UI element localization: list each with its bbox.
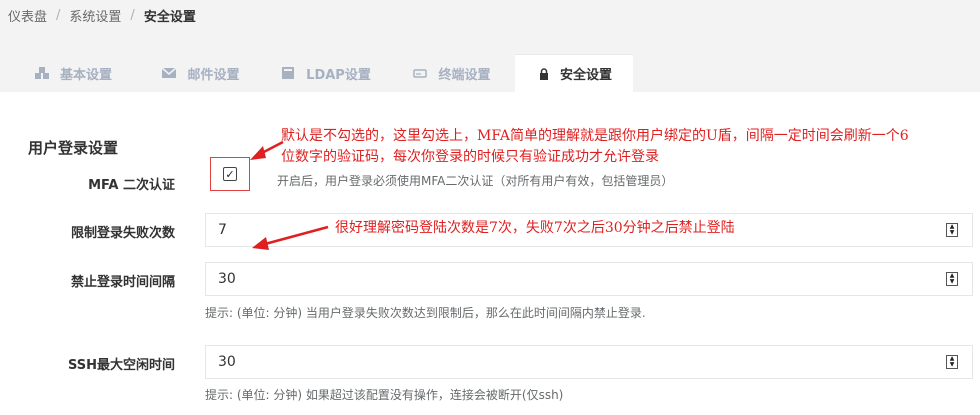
checkmark-icon: ✓ <box>225 167 235 181</box>
envelope-icon <box>161 66 177 80</box>
mfa-hint: 开启后，用户登录必须使用MFA二次认证（对所有用户有效，包括管理员） <box>277 174 674 188</box>
tab-basic-settings[interactable]: 基本设置 <box>8 54 138 92</box>
mfa-annotation-line2: 位数字的验证码，每次你登录的时候只有验证成功才允许登录 <box>281 149 659 165</box>
breadcrumb-separator: / <box>56 8 61 23</box>
ssh-idle-value: 30 <box>218 354 236 370</box>
number-spinner[interactable]: ▲ ▼ <box>946 272 958 286</box>
tab-label: 安全设置 <box>559 68 612 83</box>
section-title: 用户登录设置 <box>28 139 119 157</box>
database-icon <box>280 66 296 80</box>
cubes-icon <box>34 66 50 80</box>
ssh-idle-label: SSH最大空闲时间 <box>67 358 175 373</box>
block-interval-hint: 提示: (单位: 分钟) 当用户登录失败次数达到限制后，那么在此时间间隔内禁止登… <box>205 306 646 320</box>
mfa-highlight-box: ✓ <box>210 157 250 191</box>
hdd-icon <box>412 66 428 80</box>
tab-email-settings[interactable]: 邮件设置 <box>138 54 263 92</box>
number-spinner[interactable]: ▲ ▼ <box>946 223 958 237</box>
tab-label: 终端设置 <box>438 67 491 83</box>
tab-security-settings[interactable]: 安全设置 <box>515 54 633 92</box>
breadcrumb-separator: / <box>130 8 135 23</box>
block-interval-value: 30 <box>218 271 236 287</box>
tab-terminal-settings[interactable]: 终端设置 <box>388 54 515 92</box>
settings-tabs: 基本设置 邮件设置 LDAP设置 终端设置 安全设置 <box>8 54 633 92</box>
mfa-annotation-line1: 默认是不勾选的，这里勾选上，MFA简单的理解就是跟你用户绑定的U盾，间隔一定时间… <box>281 128 909 144</box>
ssh-idle-input[interactable]: 30 ▲ ▼ <box>205 345 973 379</box>
ssh-idle-hint: 提示: (单位: 分钟) 如果超过该配置没有操作，连接会被断开(仅ssh) <box>205 388 564 402</box>
login-annotation: 很好理解密码登陆次数是7次，失败7次之后30分钟之后禁止登陆 <box>335 220 735 236</box>
block-interval-input[interactable]: 30 ▲ ▼ <box>205 262 973 296</box>
mfa-checkbox[interactable]: ✓ <box>223 167 237 181</box>
login-limit-value: 7 <box>218 222 227 238</box>
block-interval-label: 禁止登录时间间隔 <box>70 275 175 290</box>
breadcrumb: 仪表盘 / 系统设置 / 安全设置 <box>8 6 196 25</box>
breadcrumb-system-settings[interactable]: 系统设置 <box>69 6 121 25</box>
breadcrumb-dashboard[interactable]: 仪表盘 <box>8 6 47 25</box>
tab-ldap-settings[interactable]: LDAP设置 <box>263 54 388 92</box>
mfa-label: MFA 二次认证 <box>88 178 175 193</box>
tab-label: 基本设置 <box>59 67 112 83</box>
tab-label: LDAP设置 <box>306 67 371 83</box>
tab-label: 邮件设置 <box>187 67 240 83</box>
number-spinner[interactable]: ▲ ▼ <box>946 355 958 369</box>
breadcrumb-security-settings: 安全设置 <box>143 10 196 25</box>
lock-icon <box>536 67 552 81</box>
login-limit-label: 限制登录失败次数 <box>70 226 175 241</box>
